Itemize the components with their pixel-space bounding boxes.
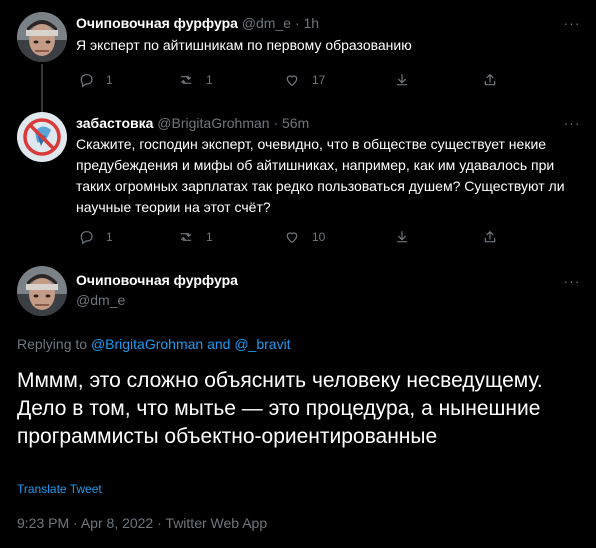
replying-prefix: Replying to — [17, 336, 91, 352]
like-button[interactable]: 10 — [284, 227, 325, 247]
share-icon — [484, 231, 496, 243]
tweet-2[interactable]: забастовка @BrigitaGrohman · 56m ··· Ска… — [0, 108, 596, 258]
reply-count: 1 — [106, 230, 113, 244]
retweet-button[interactable]: 1 — [178, 70, 213, 90]
separator-dot: · — [157, 515, 162, 531]
share-icon — [484, 74, 496, 86]
more-options-icon[interactable]: ··· — [562, 274, 582, 292]
avatar[interactable] — [17, 12, 67, 62]
separator-dot: · — [273, 115, 279, 131]
retweet-count: 1 — [206, 230, 213, 244]
download-icon — [396, 74, 408, 86]
tweet-date[interactable]: Apr 8, 2022 — [81, 515, 153, 531]
translate-tweet-link[interactable]: Translate Tweet — [17, 481, 102, 497]
reply-button[interactable]: 1 — [78, 70, 113, 90]
handle[interactable]: @dm_e — [76, 290, 238, 310]
handle[interactable]: @dm_e — [242, 15, 291, 31]
avatar-image — [17, 266, 67, 316]
avatar[interactable] — [17, 266, 67, 316]
avatar[interactable] — [17, 112, 67, 162]
retweet-icon — [180, 76, 192, 84]
replying-user-link[interactable]: @BrigitaGrohman — [91, 336, 203, 352]
reply-count: 1 — [106, 73, 113, 87]
reply-icon — [80, 231, 93, 245]
share-button[interactable] — [482, 70, 498, 90]
display-name[interactable]: забастовка — [76, 115, 153, 131]
retweet-button[interactable]: 1 — [178, 227, 213, 247]
download-button[interactable] — [394, 70, 410, 90]
retweet-count: 1 — [206, 73, 213, 87]
separator-dot: · — [294, 15, 300, 31]
tweet-time[interactable]: 9:23 PM — [17, 515, 69, 531]
separator-dot: · — [73, 515, 78, 531]
timestamp[interactable]: 56m — [282, 115, 309, 131]
like-count: 17 — [312, 73, 326, 87]
more-options-icon[interactable]: ··· — [562, 16, 582, 34]
avatar-image — [17, 12, 67, 62]
retweet-icon — [180, 233, 192, 241]
timestamp[interactable]: 1h — [304, 15, 320, 31]
download-icon — [396, 231, 408, 243]
replying-and: and — [203, 336, 235, 352]
download-button[interactable] — [394, 227, 410, 247]
reply-icon — [80, 74, 93, 88]
tweet-actions: 1 1 17 — [76, 70, 516, 90]
like-count: 10 — [312, 230, 326, 244]
handle[interactable]: @BrigitaGrohman — [157, 115, 269, 131]
like-button[interactable]: 17 — [284, 70, 325, 90]
tweet-1[interactable]: Очиповочная фурфура @dm_e · 1h ··· Я экс… — [0, 0, 596, 108]
avatar-image — [17, 112, 67, 162]
like-icon — [286, 232, 298, 243]
replying-to: Replying to @BrigitaGrohman and @_bravit — [17, 335, 291, 353]
tweet-actions: 1 1 10 — [76, 227, 516, 247]
like-icon — [286, 75, 298, 86]
share-button[interactable] — [482, 227, 498, 247]
reply-button[interactable]: 1 — [78, 227, 113, 247]
display-name[interactable]: Очиповочная фурфура — [76, 15, 238, 31]
main-tweet-text: Мммм, это сложно объяснить человеку несв… — [17, 369, 543, 448]
tweet-text: Скажите, господин эксперт, очевидно, что… — [76, 136, 565, 215]
more-options-icon[interactable]: ··· — [562, 116, 582, 134]
tweet-header: забастовка @BrigitaGrohman · 56m — [76, 114, 309, 132]
author-block: Очиповочная фурфура @dm_e — [76, 270, 238, 310]
display-name[interactable]: Очиповочная фурфура — [76, 270, 238, 290]
replying-user-link[interactable]: @_bravit — [234, 336, 290, 352]
tweet-metadata: 9:23 PM · Apr 8, 2022 · Twitter Web App — [17, 514, 267, 532]
tweet-header: Очиповочная фурфура @dm_e · 1h — [76, 14, 319, 32]
tweet-text: Я эксперт по айтишникам по первому образ… — [76, 37, 412, 53]
tweet-source[interactable]: Twitter Web App — [165, 515, 267, 531]
